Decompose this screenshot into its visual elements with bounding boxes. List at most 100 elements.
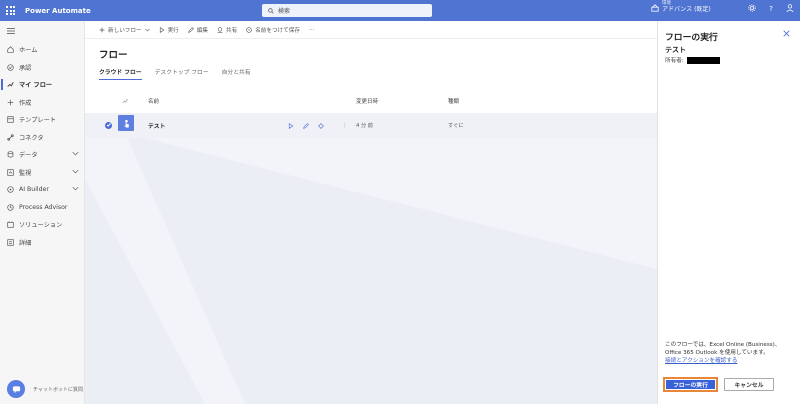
sidebar-item-label: ホーム: [19, 47, 38, 55]
sidebar-item-label: 詳細: [19, 239, 32, 247]
sidebar-item-monitor[interactable]: 監視: [0, 164, 84, 182]
sidebar-item-label: 承認: [19, 64, 32, 72]
new-flow-label: 新しいフロー: [108, 27, 142, 34]
chevron-down-icon: [144, 28, 150, 31]
new-flow-button[interactable]: 新しいフロー: [99, 26, 150, 34]
description-text: このフローでは、Excel Online (Business)、Office 3…: [665, 342, 781, 357]
sidebar-item-ai-builder[interactable]: AI Builder: [0, 181, 84, 199]
ai-icon: [7, 186, 14, 193]
review-connections-link[interactable]: 接続とアクションを確認する: [665, 357, 795, 365]
tab-cloud-flows[interactable]: クラウド フロー: [99, 67, 142, 80]
sidebar-item-home[interactable]: ホーム: [0, 41, 84, 59]
environment-label: 環境: [662, 1, 671, 6]
row-select-checkbox[interactable]: [105, 122, 112, 129]
table-row[interactable]: テスト ⋮ 4 分 前 すぐに: [85, 113, 657, 138]
sidebar-item-process-advisor[interactable]: Process Advisor: [0, 199, 84, 217]
flow-icon: [7, 82, 14, 88]
save-as-button[interactable]: 名前をつけて保存: [246, 26, 300, 34]
hamburger-icon: [7, 28, 15, 34]
sidebar-item-data[interactable]: データ: [0, 146, 84, 164]
pencil-icon[interactable]: [303, 122, 309, 129]
sidebar-item-label: データ: [19, 152, 38, 160]
flow-name[interactable]: テスト: [148, 121, 165, 130]
share-icon: [217, 26, 223, 33]
chatbot-button[interactable]: チャットボットに質問: [7, 380, 83, 398]
column-header-modified[interactable]: 変更日時: [356, 97, 378, 105]
collapse-nav-button[interactable]: [0, 21, 84, 41]
waffle-icon: [6, 6, 15, 15]
share-label: 共有: [225, 27, 238, 34]
user-icon[interactable]: [786, 4, 794, 12]
plus-icon: [99, 27, 105, 32]
row-more-button[interactable]: ⋮: [342, 123, 348, 129]
environment-selector[interactable]: 環境 アドバンス (既定): [651, 1, 711, 14]
close-icon[interactable]: [783, 30, 790, 37]
flow-modified: 4 分 前: [356, 123, 373, 129]
chevron-down-icon: [72, 186, 79, 191]
panel-description: このフローでは、Excel Online (Business)、Office 3…: [665, 341, 795, 365]
monitor-icon: [7, 169, 14, 176]
connector-icon: [7, 134, 14, 141]
share-button[interactable]: 共有: [217, 26, 237, 34]
sidebar-item-connectors[interactable]: コネクタ: [0, 129, 84, 147]
flow-type: すぐに: [448, 123, 464, 129]
owner-redacted: [686, 56, 720, 64]
play-icon: [159, 26, 164, 33]
environment-value: アドバンス (既定): [662, 5, 711, 13]
panel-owner: 所有者:: [665, 56, 720, 64]
run-label: 実行: [167, 27, 179, 34]
flows-panel: フロー クラウド フロー デスクトップ フロー 自分と共有 名前 変更日時 種類: [85, 39, 657, 119]
sidebar-item-my-flows[interactable]: マイ フロー: [0, 76, 84, 94]
panel-flow-name: テスト: [665, 46, 686, 54]
app-launcher-button[interactable]: [0, 0, 21, 21]
flow-type-badge: [118, 115, 134, 131]
chatbot-icon: [12, 385, 20, 393]
edit-label: 編集: [196, 27, 208, 34]
sidebar-item-label: AI Builder: [19, 186, 49, 194]
run-button[interactable]: 実行: [159, 26, 179, 34]
sidebar-item-approvals[interactable]: 承認: [0, 59, 84, 77]
owner-label: 所有者:: [665, 58, 684, 64]
column-header-type[interactable]: 種類: [448, 97, 459, 105]
home-icon: [7, 46, 14, 53]
play-icon[interactable]: [288, 122, 294, 129]
sidebar-item-label: コネクタ: [19, 134, 44, 142]
tab-shared-with-me[interactable]: 自分と共有: [222, 67, 251, 80]
top-bar: Power Automate 検索 環境 アドバンス (既定) ?: [0, 0, 800, 21]
help-icon[interactable]: ?: [767, 4, 775, 12]
app-name[interactable]: Power Automate: [25, 7, 91, 15]
chevron-down-icon: [72, 169, 79, 173]
sidebar: ホーム 承認 マイ フロー 作成 テンプレート コネクタ データ 監視 AI B…: [0, 21, 85, 404]
sidebar-item-create[interactable]: 作成: [0, 94, 84, 112]
sidebar-item-templates[interactable]: テンプレート: [0, 111, 84, 129]
column-header-name[interactable]: 名前: [148, 97, 159, 105]
svg-text:?: ?: [769, 4, 773, 12]
main-content: 新しいフロー 実行 編集 共有 名前をつけて保存 ··· フロー クラウド フロ…: [85, 21, 657, 404]
flow-type-icon: [122, 99, 128, 104]
run-flow-panel: フローの実行 テスト 所有者: このフローでは、Excel Online (Bu…: [657, 21, 800, 404]
tab-desktop-flows[interactable]: デスクトップ フロー: [155, 67, 209, 80]
sidebar-item-label: 作成: [19, 99, 32, 107]
sidebar-item-solutions[interactable]: ソリューション: [0, 216, 84, 234]
sidebar-item-label: 監視: [19, 169, 32, 177]
chatbot-label: チャットボットに質問: [33, 386, 83, 393]
gear-icon[interactable]: [748, 4, 756, 12]
sidebar-item-more[interactable]: 詳細: [0, 234, 84, 252]
data-icon: [7, 151, 14, 158]
sidebar-item-label: テンプレート: [19, 117, 56, 125]
flow-tabs: クラウド フロー デスクトップ フロー 自分と共有: [99, 67, 251, 80]
page-title: フロー: [99, 50, 128, 61]
run-flow-button[interactable]: フローの実行: [663, 377, 718, 392]
more-options-button[interactable]: ···: [309, 27, 314, 33]
sidebar-item-label: マイ フロー: [19, 82, 53, 90]
approval-icon: [7, 64, 14, 71]
save-as-label: 名前をつけて保存: [255, 27, 300, 34]
share-icon[interactable]: [318, 122, 324, 129]
edit-button[interactable]: 編集: [187, 26, 208, 34]
cancel-button[interactable]: キャンセル: [724, 378, 774, 391]
save-as-icon: [246, 26, 252, 33]
sidebar-item-label: Process Advisor: [19, 203, 68, 211]
template-icon: [7, 116, 14, 123]
search-box[interactable]: 検索: [262, 4, 432, 17]
panel-title: フローの実行: [665, 33, 718, 43]
